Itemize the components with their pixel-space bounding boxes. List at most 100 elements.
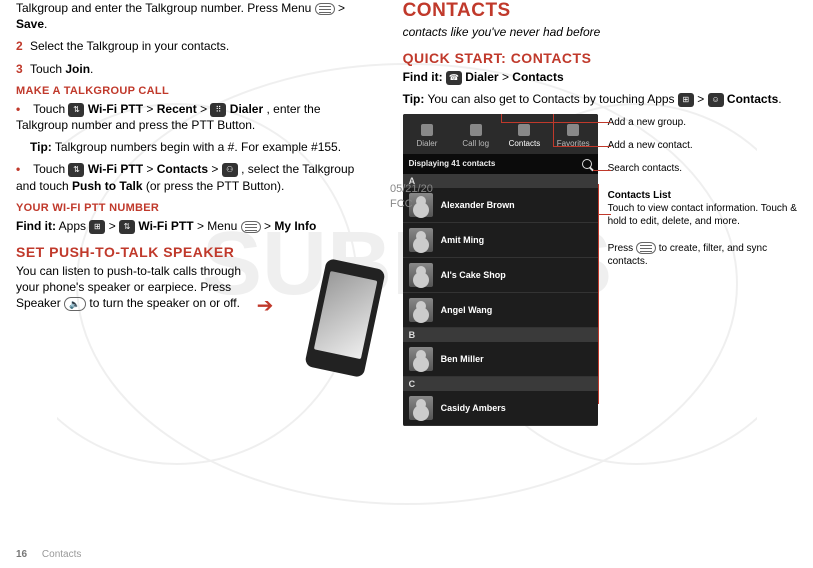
- my-info-label: My Info: [274, 219, 316, 233]
- ann4-body: Touch to view contact information. Touch…: [608, 203, 797, 227]
- page-number: 16: [16, 549, 27, 560]
- letter-b: B: [403, 328, 598, 342]
- dialer-icon-r: ☎: [446, 71, 462, 85]
- displaying-text: Displaying 41 contacts: [409, 159, 496, 168]
- wifi-ptt-label-2: Wi-Fi PTT: [88, 162, 143, 176]
- search-icon[interactable]: [582, 159, 592, 169]
- findit-label-r: Find it:: [403, 70, 443, 84]
- annotation-contacts-list: Contacts List Touch to view contact info…: [608, 189, 797, 228]
- phone-thumbnail: ➔: [275, 263, 375, 383]
- findit-a: Apps: [59, 219, 90, 233]
- contact-row[interactable]: Amit Ming: [403, 223, 598, 258]
- bullet-2: • Touch ⇅ Wi-Fi PTT > Contacts > ⚇ , sel…: [16, 161, 375, 193]
- avatar: [409, 396, 433, 420]
- tab-dialer[interactable]: Dialer: [403, 114, 452, 154]
- annotations: Add a new group. Add a new contact. Sear…: [608, 114, 797, 426]
- fcc-label: FCC: [390, 197, 433, 212]
- displaying-bar: Displaying 41 contacts: [403, 154, 598, 174]
- wifi-ptt-label: Wi-Fi PTT: [88, 102, 143, 116]
- findit-c: > Menu: [197, 219, 241, 233]
- menu-icon-2: [241, 221, 261, 233]
- right-column: CONTACTS contacts like you've never had …: [403, 0, 797, 426]
- findit-right: Find it: ☎ Dialer > Contacts: [403, 69, 797, 85]
- left-column: Talkgroup and enter the Talkgroup number…: [16, 0, 375, 426]
- bullet-1: • Touch ⇅ Wi-Fi PTT > Recent > ⠿ Dialer …: [16, 101, 375, 133]
- speaker-icon: [64, 297, 86, 311]
- letter-c: C: [403, 377, 598, 391]
- speaker-b: to turn the speaker on or off.: [89, 296, 240, 310]
- contact-name: Alexander Brown: [441, 200, 515, 210]
- save-label: Save: [16, 17, 44, 31]
- tip-r-b: >: [697, 92, 707, 106]
- contact-name: Ben Miller: [441, 354, 484, 364]
- ann4-title: Contacts List: [608, 190, 671, 201]
- annotation-add-contact: Add a new contact.: [608, 139, 797, 152]
- speaker-row: You can listen to push-to-talk calls thr…: [16, 263, 375, 383]
- findit-d: >: [264, 219, 274, 233]
- page-footer: 16 Contacts: [16, 549, 81, 560]
- phone-body: [304, 258, 386, 378]
- b2-e: (or press the PTT Button).: [146, 179, 285, 193]
- recent-label: Recent: [157, 102, 197, 116]
- leader-line: [598, 184, 599, 404]
- bullet-dot-1: •: [16, 101, 30, 117]
- intro-paragraph: Talkgroup and enter the Talkgroup number…: [16, 0, 375, 32]
- footer-section: Contacts: [42, 549, 81, 560]
- tab-dialer-label: Dialer: [417, 139, 438, 148]
- wifi-ptt-icon-2: ⇅: [68, 163, 84, 177]
- findit-b: >: [109, 219, 119, 233]
- your-number-heading: YOUR WI-FI PTT NUMBER: [16, 202, 375, 214]
- tab-favorites-label: Favorites: [557, 139, 590, 148]
- red-arrow-icon: ➔: [257, 293, 274, 318]
- step-num-3: 3: [16, 61, 30, 77]
- contact-name: Angel Wang: [441, 305, 493, 315]
- tab-calllog[interactable]: Call log: [451, 114, 500, 154]
- contact-row[interactable]: Angel Wang: [403, 293, 598, 328]
- tab-contacts[interactable]: Contacts: [500, 114, 549, 154]
- fcc-date: 05/21/20: [390, 182, 433, 197]
- phone-mockup: Dialer Call log Contacts Favorites Displ…: [403, 114, 598, 426]
- speaker-paragraph: You can listen to push-to-talk calls thr…: [16, 263, 267, 312]
- steps-list: 2Select the Talkgroup in your contacts. …: [16, 38, 375, 76]
- tab-contacts-label: Contacts: [509, 139, 541, 148]
- contacts-icon-r: ☺: [708, 93, 724, 107]
- step-3-prefix: Touch: [30, 62, 65, 76]
- intro-text-1: Talkgroup and enter the Talkgroup number…: [16, 1, 315, 15]
- ann5-a: Press: [608, 243, 636, 254]
- avatar: [409, 228, 433, 252]
- tab-calllog-label: Call log: [462, 139, 489, 148]
- findit-gt-r: >: [502, 70, 512, 84]
- step-3: 3Touch Join.: [16, 61, 375, 77]
- push-to-talk-label: Push to Talk: [72, 179, 142, 193]
- contacts-label: Contacts: [157, 162, 208, 176]
- avatar: [409, 263, 433, 287]
- wifi-ptt-icon-3: ⇅: [119, 220, 135, 234]
- contact-row[interactable]: Al's Cake Shop: [403, 258, 598, 293]
- set-speaker-heading: SET PUSH-TO-TALK SPEAKER: [16, 244, 375, 260]
- step-2: 2Select the Talkgroup in your contacts.: [16, 38, 375, 54]
- b1-c: >: [200, 102, 210, 116]
- findit-label: Find it:: [16, 219, 56, 233]
- tip-r-a: You can also get to Contacts by touching…: [427, 92, 677, 106]
- fcc-stamp: 05/21/20 FCC: [390, 182, 433, 213]
- wifi-ptt-label-3: Wi-Fi PTT: [138, 219, 193, 233]
- dialer-label: Dialer: [230, 102, 263, 116]
- menu-icon: [315, 3, 335, 15]
- tab-favorites[interactable]: Favorites: [549, 114, 598, 154]
- annotation-press-menu: Press to create, filter, and sync contac…: [608, 242, 797, 268]
- contact-name: Al's Cake Shop: [441, 270, 506, 280]
- quick-start-heading: QUICK START: CONTACTS: [403, 50, 797, 66]
- mockup-tabs: Dialer Call log Contacts Favorites: [403, 114, 598, 154]
- b1-b: >: [146, 102, 156, 116]
- step-num-2: 2: [16, 38, 30, 54]
- contact-row[interactable]: Casidy Ambers: [403, 391, 598, 426]
- tip-1-text: Talkgroup numbers begin with a #. For ex…: [52, 140, 341, 154]
- b2-b: >: [146, 162, 156, 176]
- b2-a: Touch: [33, 162, 68, 176]
- apps-icon-r: ⊞: [678, 93, 694, 107]
- menu-icon-ann: [636, 242, 656, 254]
- avatar: [409, 298, 433, 322]
- contact-name: Casidy Ambers: [441, 403, 506, 413]
- annotation-search: Search contacts.: [608, 162, 797, 175]
- contact-row[interactable]: Ben Miller: [403, 342, 598, 377]
